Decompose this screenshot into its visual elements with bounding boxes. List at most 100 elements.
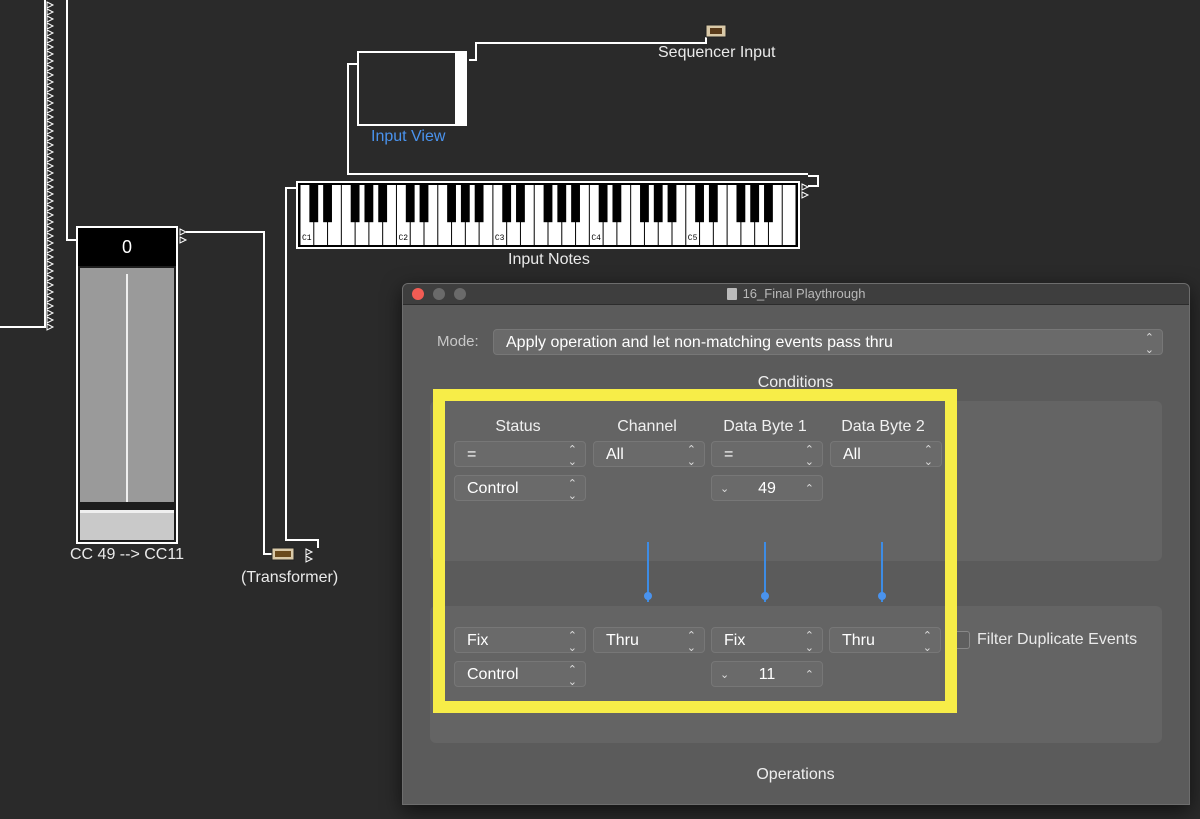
- port-triangle: [46, 176, 55, 184]
- updown-chevron-icon: ⌃ ⌄: [804, 444, 814, 468]
- conditions-title: Conditions: [757, 374, 834, 391]
- port-triangle: [46, 218, 55, 226]
- port-triangle: [46, 85, 55, 93]
- updown-chevron-icon: ⌃ ⌄: [686, 630, 696, 654]
- black-key[interactable]: [708, 185, 718, 223]
- input-view-label[interactable]: Input View: [371, 128, 445, 146]
- keyboard-keys[interactable]: C1 C2 C3 C4 C5: [300, 185, 796, 245]
- port-triangle: [46, 141, 55, 149]
- updown-chevron-icon: ⌃ ⌄: [567, 630, 577, 654]
- updown-chevron-icon: ⌃ ⌄: [922, 630, 932, 654]
- condition-db1-operator[interactable]: = ⌃ ⌄: [711, 441, 823, 468]
- port-triangle: [46, 1, 55, 9]
- black-key[interactable]: [364, 185, 374, 223]
- octave-label: C5: [688, 234, 698, 243]
- port-triangle: [46, 169, 55, 177]
- transformer-label[interactable]: (Transformer): [241, 569, 338, 587]
- octave-label: C3: [495, 234, 505, 243]
- chevron-down-icon[interactable]: ⌄: [720, 662, 729, 688]
- black-key[interactable]: [323, 185, 332, 223]
- port-triangle: [46, 211, 55, 219]
- black-key[interactable]: [350, 185, 360, 223]
- chevron-down-icon[interactable]: ⌄: [720, 476, 729, 502]
- port-triangle: [46, 22, 55, 30]
- port-triangle: [46, 246, 55, 254]
- keyboard-object[interactable]: C1 C2 C3 C4 C5: [296, 181, 800, 249]
- black-key[interactable]: [612, 185, 622, 223]
- port-triangle: [46, 127, 55, 135]
- fader-body: [80, 268, 174, 502]
- black-key[interactable]: [378, 185, 388, 223]
- operation-status-value[interactable]: Control ⌃ ⌄: [454, 661, 586, 688]
- port-triangle: [46, 134, 55, 142]
- operation-db1-operator-value: Fix: [724, 632, 746, 649]
- condition-channel-operator[interactable]: All ⌃ ⌄: [593, 441, 705, 468]
- black-key[interactable]: [571, 185, 580, 223]
- port-triangle: [46, 64, 55, 72]
- input-view-object[interactable]: [357, 51, 467, 126]
- fader-object[interactable]: 0: [76, 226, 178, 544]
- operation-db1-value-stepper[interactable]: ⌄ 11 ⌃: [711, 661, 823, 687]
- filter-duplicate-label[interactable]: Filter Duplicate Events: [977, 631, 1137, 649]
- port-triangle: [46, 281, 55, 289]
- black-key[interactable]: [640, 185, 649, 223]
- port-triangle: [46, 148, 55, 156]
- black-key[interactable]: [653, 185, 663, 223]
- operation-channel-operator[interactable]: Thru ⌃ ⌄: [593, 627, 705, 654]
- black-key[interactable]: [460, 185, 470, 223]
- black-key[interactable]: [695, 185, 704, 223]
- port-triangle: [46, 204, 55, 212]
- filter-duplicate-checkbox[interactable]: [952, 631, 970, 649]
- port-triangle: [46, 260, 55, 268]
- transformer-window[interactable]: 16_Final Playthrough Mode: Apply operati…: [402, 283, 1190, 805]
- updown-chevron-icon: ⌃ ⌄: [567, 444, 577, 468]
- column-header-channel: Channel: [617, 418, 677, 435]
- updown-chevron-icon: ⌃ ⌄: [686, 444, 696, 468]
- operation-status-value-text: Control: [467, 666, 519, 683]
- fader-track: [126, 274, 128, 502]
- port-triangle: [46, 113, 55, 121]
- black-key[interactable]: [736, 185, 746, 223]
- operation-status-operator[interactable]: Fix ⌃ ⌄: [454, 627, 586, 654]
- chevron-up-icon[interactable]: ⌃: [805, 662, 814, 688]
- port-triangle: [46, 232, 55, 240]
- sequencer-input-label[interactable]: Sequencer Input: [658, 44, 775, 62]
- condition-db1-value: 49: [758, 480, 776, 497]
- operation-db1-operator[interactable]: Fix ⌃ ⌄: [711, 627, 823, 654]
- fader-value: 0: [78, 228, 176, 266]
- port-triangle: [46, 190, 55, 198]
- condition-db1-value-stepper[interactable]: ⌄ 49 ⌃: [711, 475, 823, 501]
- keyboard-label: Input Notes: [508, 251, 590, 268]
- black-key[interactable]: [405, 185, 415, 223]
- black-key[interactable]: [502, 185, 512, 223]
- condition-db1-operator-value: =: [724, 446, 734, 463]
- mode-select[interactable]: Apply operation and let non-matching eve…: [493, 329, 1163, 356]
- black-key[interactable]: [750, 185, 760, 223]
- port-triangle: [46, 29, 55, 37]
- port-triangle: [46, 155, 55, 163]
- updown-chevron-icon: ⌃ ⌄: [567, 664, 577, 688]
- black-key[interactable]: [557, 185, 567, 223]
- condition-status-operator[interactable]: = ⌃ ⌄: [454, 441, 586, 468]
- fader-thumb[interactable]: [80, 510, 174, 540]
- port-triangle: [46, 78, 55, 86]
- black-key[interactable]: [764, 185, 773, 223]
- black-key[interactable]: [474, 185, 484, 223]
- black-key[interactable]: [309, 185, 319, 223]
- white-key[interactable]: [782, 185, 796, 245]
- chevron-up-icon[interactable]: ⌃: [805, 476, 814, 502]
- condition-db2-operator[interactable]: All ⌃ ⌄: [830, 441, 942, 468]
- black-key[interactable]: [598, 185, 608, 223]
- condition-status-value[interactable]: Control ⌃ ⌄: [454, 475, 586, 502]
- operation-status-operator-value: Fix: [467, 632, 489, 649]
- black-key[interactable]: [447, 185, 456, 223]
- octave-label: C1: [302, 234, 312, 243]
- black-key[interactable]: [667, 185, 677, 223]
- black-key[interactable]: [419, 185, 429, 223]
- black-key[interactable]: [516, 185, 525, 223]
- operation-db2-operator[interactable]: Thru ⌃ ⌄: [829, 627, 941, 654]
- octave-label: C4: [591, 234, 601, 243]
- black-key[interactable]: [543, 185, 553, 223]
- condition-status-operator-value: =: [467, 446, 477, 463]
- title-bar[interactable]: 16_Final Playthrough: [403, 284, 1189, 305]
